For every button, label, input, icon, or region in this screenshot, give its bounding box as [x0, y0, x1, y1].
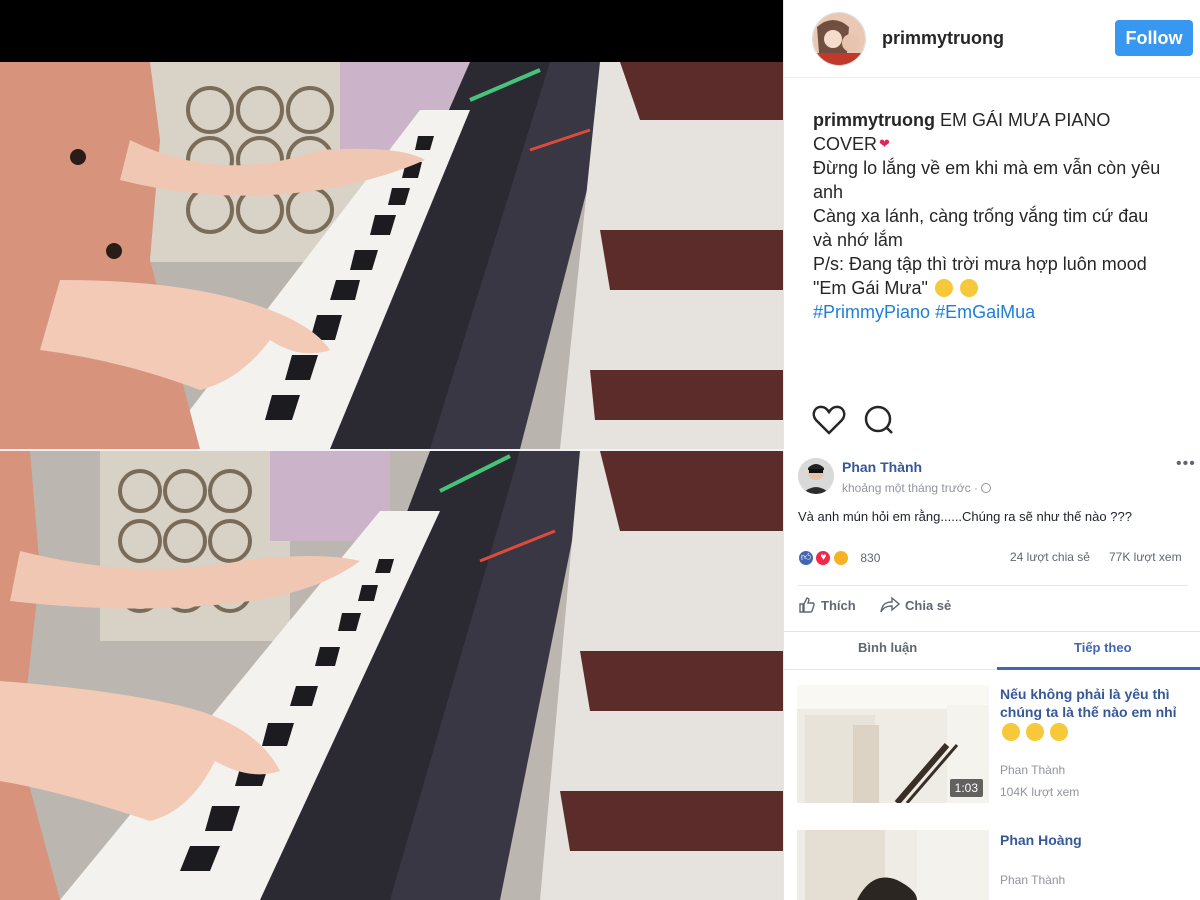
- caption-text: và nhớ lắm: [813, 230, 903, 250]
- caption-text: Đừng lo lắng về em khi mà em vẫn còn yêu: [813, 158, 1161, 178]
- view-count: 77K lượt xem: [1109, 550, 1182, 564]
- caption-text: P/s: Đang tập thì trời mưa hợp luôn mood: [813, 254, 1147, 274]
- hashtag-link[interactable]: #PrimmyPiano: [813, 302, 930, 322]
- active-tab-indicator: [997, 667, 1200, 670]
- avatar[interactable]: [798, 458, 834, 494]
- reaction-count: 830: [860, 550, 881, 565]
- suggested-video-author[interactable]: Phan Thành: [1000, 763, 1065, 777]
- sad-emoji-icon: [959, 279, 978, 297]
- divider: [798, 585, 1188, 586]
- suggested-video-thumbnail[interactable]: [797, 830, 989, 900]
- piano-photo-top: [0, 0, 783, 449]
- suggested-video-thumbnail[interactable]: 1:03: [797, 685, 989, 803]
- post-caption: primmytruong EM GÁI MƯA PIANO COVER ❤ Đừn…: [813, 108, 1183, 324]
- caption-username[interactable]: primmytruong: [813, 110, 935, 130]
- caption-text: anh: [813, 182, 844, 202]
- globe-icon: [981, 483, 992, 493]
- divider: [784, 631, 1200, 632]
- suggested-video-title[interactable]: Phan Hoàng: [1000, 831, 1196, 849]
- username[interactable]: primmytruong: [882, 28, 1004, 49]
- kiss-emoji-icon: [1002, 723, 1020, 741]
- piano-photo-bottom: [0, 451, 783, 900]
- screenshot-root: primmytruong Follow primmytruong EM GÁI …: [0, 0, 1200, 900]
- like-reaction-icon: 👍︎: [798, 549, 814, 566]
- suggested-video-author[interactable]: Phan Thành: [1000, 873, 1065, 887]
- instagram-post-header: primmytruong Follow: [784, 0, 1200, 78]
- caption-text: COVER: [813, 134, 878, 154]
- tab-comments[interactable]: Bình luận: [858, 640, 917, 655]
- reactions-summary[interactable]: 👍︎ ♥ 830: [798, 549, 880, 569]
- kiss-emoji-icon: [1025, 723, 1044, 741]
- post-actions: [812, 404, 908, 438]
- caption-text: "Em Gái Mưa": [813, 278, 928, 298]
- share-arrow-icon: [880, 596, 901, 613]
- share-button[interactable]: Chia sẻ: [880, 596, 951, 614]
- tab-next[interactable]: Tiếp theo: [1074, 640, 1132, 655]
- hashtag-link[interactable]: #EmGaiMua: [935, 302, 1035, 322]
- follow-button[interactable]: Follow: [1115, 20, 1193, 56]
- kiss-emoji-icon: [1049, 723, 1068, 741]
- post-timestamp: khoảng một tháng trước ·: [842, 481, 992, 495]
- suggested-video-views: 104K lượt xem: [1000, 785, 1080, 799]
- love-reaction-icon: ♥: [815, 549, 832, 566]
- instagram-post-panel: primmytruong Follow primmytruong EM GÁI …: [783, 0, 1200, 449]
- haha-reaction-icon: [832, 549, 849, 566]
- suggested-video-title[interactable]: Nếu không phải là yêu thì chúng ta là th…: [1000, 685, 1196, 742]
- post-text: Và anh mún hỏi em rằng......Chúng ra sẽ …: [798, 509, 1132, 524]
- caption-text: EM GÁI MƯA PIANO: [940, 110, 1111, 130]
- share-count[interactable]: 24 lượt chia sẻ: [1010, 550, 1090, 564]
- crying-emoji-icon: [934, 279, 953, 297]
- like-button[interactable]: Thích: [798, 596, 856, 614]
- facebook-video-panel: Phan Thành khoảng một tháng trước · ••• …: [783, 451, 1200, 900]
- caption-text: Càng xa lánh, càng trống vắng tim cứ đau: [813, 206, 1149, 226]
- thumbs-up-icon: [799, 597, 815, 613]
- avatar[interactable]: [812, 12, 866, 66]
- heart-emoji-icon: ❤: [879, 136, 890, 151]
- comment-icon[interactable]: [862, 404, 896, 441]
- video-duration: 1:03: [949, 779, 983, 797]
- more-options-icon[interactable]: •••: [1176, 455, 1196, 473]
- post-author[interactable]: Phan Thành: [842, 459, 922, 475]
- heart-icon[interactable]: [812, 404, 846, 441]
